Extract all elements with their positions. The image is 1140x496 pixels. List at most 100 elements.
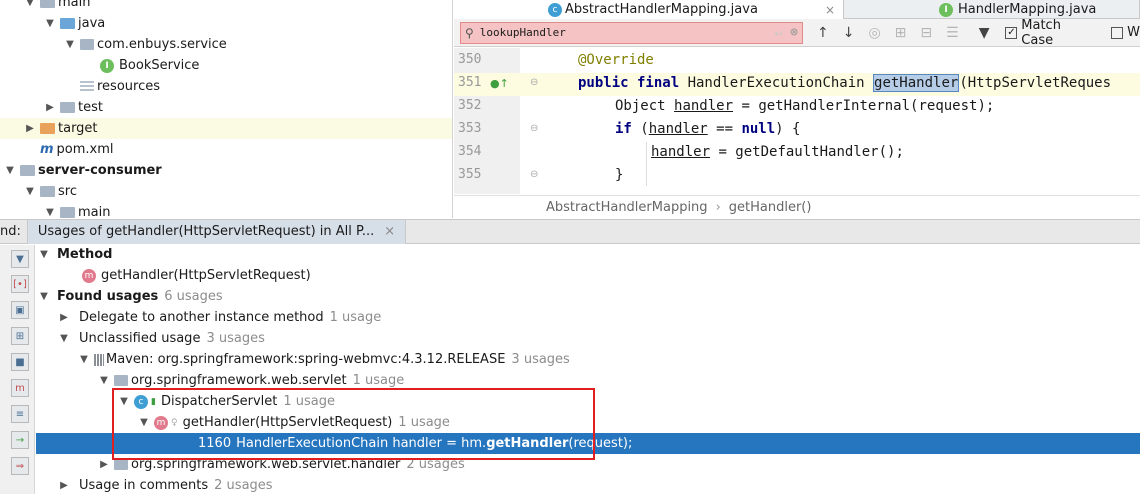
tree-item-target[interactable]: ▶ target: [0, 118, 452, 139]
keyword: if: [615, 121, 632, 137]
navigate-prev-icon[interactable]: ⇒: [11, 457, 29, 475]
group-comments[interactable]: ▶ Usage in comments 2 usages: [36, 475, 1140, 496]
merge-usages-icon[interactable]: ≡: [11, 405, 29, 423]
group-by-method-icon[interactable]: m: [11, 379, 29, 397]
group-by-module-icon[interactable]: ⊞: [11, 327, 29, 345]
add-selection-icon[interactable]: ⊞: [895, 25, 907, 41]
match-case-label: Match Case: [1021, 17, 1061, 48]
line-number: 355: [458, 167, 482, 182]
breadcrumb-method[interactable]: getHandler(): [729, 200, 812, 215]
chevron-right-icon[interactable]: ▶: [58, 480, 70, 491]
chevron-right-icon[interactable]: ▶: [44, 102, 56, 113]
tree-item-main[interactable]: ▼ main: [0, 202, 452, 218]
code-line: @Override: [578, 52, 654, 68]
tab-usages[interactable]: Usages of getHandler(HttpServletRequest)…: [26, 219, 407, 244]
selected-method-name: getHandler: [873, 74, 960, 92]
tree-item-java[interactable]: ▼ java: [0, 13, 452, 34]
chevron-down-icon[interactable]: ▼: [38, 249, 50, 260]
breadcrumb: AbstractHandlerMapping › getHandler(): [454, 195, 1140, 218]
target-method[interactable]: m getHandler(HttpServletRequest): [36, 265, 1140, 286]
group-found-usages[interactable]: ▼ Found usages 6 usages: [36, 286, 1140, 307]
tree-item-src[interactable]: ▼ src: [0, 181, 452, 202]
folder-icon: [60, 207, 75, 218]
close-icon[interactable]: ×: [384, 224, 395, 239]
newline-icon[interactable]: ↵: [774, 25, 782, 40]
clear-icon[interactable]: ⊗: [790, 25, 798, 40]
chevron-down-icon[interactable]: ▼: [64, 39, 76, 50]
row-label: Maven: org.springframework:spring-webmvc…: [106, 352, 506, 367]
words-checkbox[interactable]: [1111, 26, 1124, 39]
remove-selection-icon[interactable]: ⊟: [920, 25, 932, 41]
keyword: null: [741, 121, 776, 137]
folder-icon: [60, 102, 75, 113]
match-case-checkbox[interactable]: ✓: [1005, 26, 1018, 39]
search-input[interactable]: ⚲ lookupHandler ↵ ⊗: [460, 21, 803, 44]
tree-item-label: com.enbuys.service: [97, 37, 227, 52]
highlight-annotation-box: [112, 388, 595, 460]
group-delegate[interactable]: ▶ Delegate to another instance method 1 …: [36, 307, 1140, 328]
preview-icon[interactable]: [•]: [11, 275, 29, 293]
folder-icon: [20, 165, 35, 176]
usage-count: 3 usages: [206, 331, 265, 346]
line-number: 350: [458, 52, 482, 67]
find-all-icon[interactable]: ◎: [868, 25, 880, 41]
chevron-down-icon[interactable]: ▼: [24, 186, 36, 197]
usage-count: 2 usages: [214, 478, 273, 493]
tree-item-test[interactable]: ▶ test: [0, 97, 452, 118]
next-occurrence-icon[interactable]: ↓: [843, 25, 855, 41]
implements-gutter-icon[interactable]: ●↑: [490, 77, 509, 90]
group-by-usage-type-icon[interactable]: ▣: [11, 301, 29, 319]
chevron-down-icon[interactable]: ▼: [44, 207, 56, 218]
filter-icon[interactable]: ▼: [979, 25, 990, 41]
code-text: = getHandlerInternal(request);: [733, 98, 995, 114]
row-label: Unclassified usage: [79, 331, 201, 346]
chevron-down-icon[interactable]: ▼: [78, 354, 90, 365]
tree-item-pom-xml[interactable]: m pom.xml: [0, 139, 452, 160]
chevron-right-icon[interactable]: ▶: [58, 312, 70, 323]
row-label: getHandler(HttpServletRequest): [101, 268, 311, 283]
chevron-down-icon[interactable]: ▼: [58, 333, 70, 344]
group-by-package-icon[interactable]: ■: [11, 353, 29, 371]
chevron-down-icon[interactable]: ▼: [98, 375, 110, 386]
resources-folder-icon: [80, 80, 94, 93]
keyword: public final: [578, 75, 688, 91]
tree-item-label: main: [78, 205, 111, 218]
params: (HttpServletReques: [959, 75, 1112, 91]
maven-library[interactable]: ▼ Maven: org.springframework:spring-webm…: [36, 349, 1140, 370]
chevron-down-icon[interactable]: ▼: [24, 0, 36, 8]
package-icon: [80, 39, 94, 50]
source-folder-icon: [60, 18, 75, 29]
chevron-down-icon[interactable]: ▼: [38, 291, 50, 302]
usage-count: 3 usages: [511, 352, 570, 367]
tree-item-label: target: [58, 121, 98, 136]
tree-item-label: server-consumer: [38, 163, 162, 178]
tab-handler-mapping[interactable]: I HandlerMapping.java: [844, 0, 1140, 19]
words-label: W: [1127, 25, 1140, 40]
maven-icon: m: [40, 142, 54, 157]
tab-abstract-handler-mapping[interactable]: c AbstractHandlerMapping.java ×: [454, 0, 844, 19]
chevron-down-icon[interactable]: ▼: [44, 18, 56, 29]
variable: handler: [651, 144, 711, 160]
close-icon[interactable]: ×: [825, 3, 835, 17]
previous-occurrence-icon[interactable]: ↑: [817, 25, 829, 41]
tree-item-bookservice[interactable]: I BookService: [0, 55, 452, 76]
chevron-right-icon[interactable]: ▶: [24, 123, 36, 134]
chevron-down-icon[interactable]: ▼: [4, 165, 16, 176]
breadcrumb-class[interactable]: AbstractHandlerMapping: [546, 200, 708, 215]
row-label: org.springframework.web.servlet: [131, 373, 347, 388]
group-unclassified[interactable]: ▼ Unclassified usage 3 usages: [36, 328, 1140, 349]
filter-icon[interactable]: ▼: [11, 250, 29, 268]
search-icon[interactable]: ⚲: [465, 26, 474, 40]
row-label: Method: [57, 247, 113, 262]
tree-item-resources[interactable]: resources: [0, 76, 452, 97]
tree-item-com-enbuys-service[interactable]: ▼ com.enbuys.service: [0, 34, 452, 55]
tree-item-main[interactable]: ▼ main: [0, 0, 452, 13]
find-bar: ⚲ lookupHandler ↵ ⊗ ↑ ↓ ◎ ⊞ ⊟ ☰ ▼ ✓ Matc…: [454, 17, 1140, 48]
group-method[interactable]: ▼ Method: [36, 244, 1140, 265]
select-all-icon[interactable]: ☰: [946, 25, 959, 41]
chevron-right-icon[interactable]: ▶: [98, 459, 110, 470]
code-line: if (handler == null) {: [615, 118, 800, 140]
tree-item-label: src: [58, 184, 77, 199]
tree-item-server-consumer[interactable]: ▼ server-consumer: [0, 160, 452, 181]
navigate-next-icon[interactable]: →: [11, 431, 29, 449]
